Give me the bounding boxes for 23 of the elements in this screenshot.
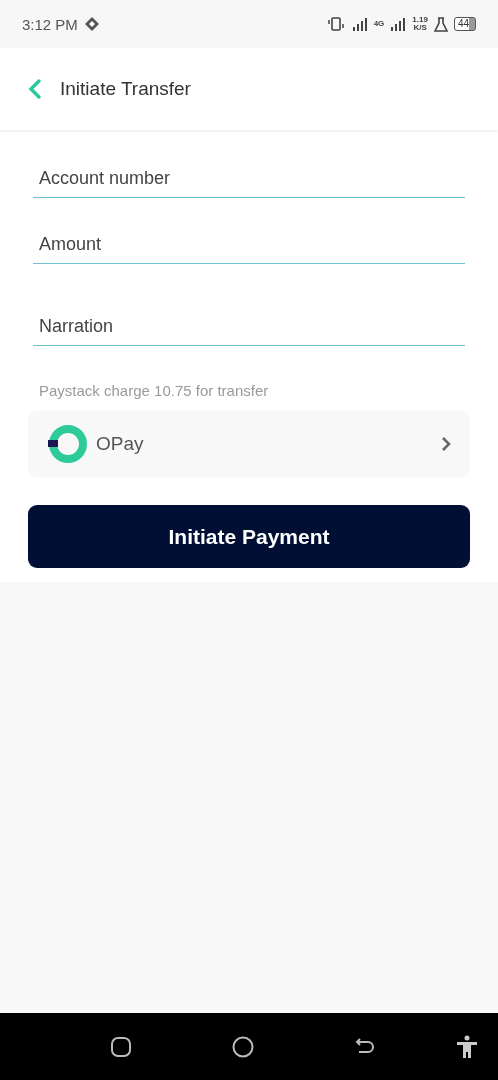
bank-logo-icon	[46, 423, 88, 465]
text-field[interactable]: Amount	[33, 226, 465, 264]
page-title: Initiate Transfer	[60, 78, 191, 100]
text-field[interactable]: Narration	[33, 308, 465, 346]
signal-icon	[351, 17, 368, 31]
accessibility-icon[interactable]	[456, 1034, 478, 1059]
chevron-right-icon	[440, 435, 452, 453]
vibrate-icon	[325, 17, 346, 31]
signal-icon	[390, 17, 407, 31]
battery-level: 44	[453, 17, 476, 31]
flask-icon	[433, 16, 448, 32]
app-notification-icon	[83, 16, 100, 32]
speed-unit: K/S	[413, 24, 427, 32]
home-icon[interactable]	[232, 1035, 254, 1058]
text-field[interactable]: Account number	[33, 160, 465, 198]
charge-note: Paystack charge 10.75 for transfer	[39, 382, 270, 399]
bank-selector[interactable]: OPay	[28, 411, 470, 477]
status-time: 3:12 PM	[22, 15, 78, 33]
network-speed: 1.19	[412, 16, 428, 24]
recents-icon[interactable]	[110, 1035, 132, 1058]
bank-name: OPay	[96, 433, 144, 455]
network-type: 4G	[373, 20, 385, 28]
submit-button[interactable]: Initiate Payment	[28, 505, 470, 568]
